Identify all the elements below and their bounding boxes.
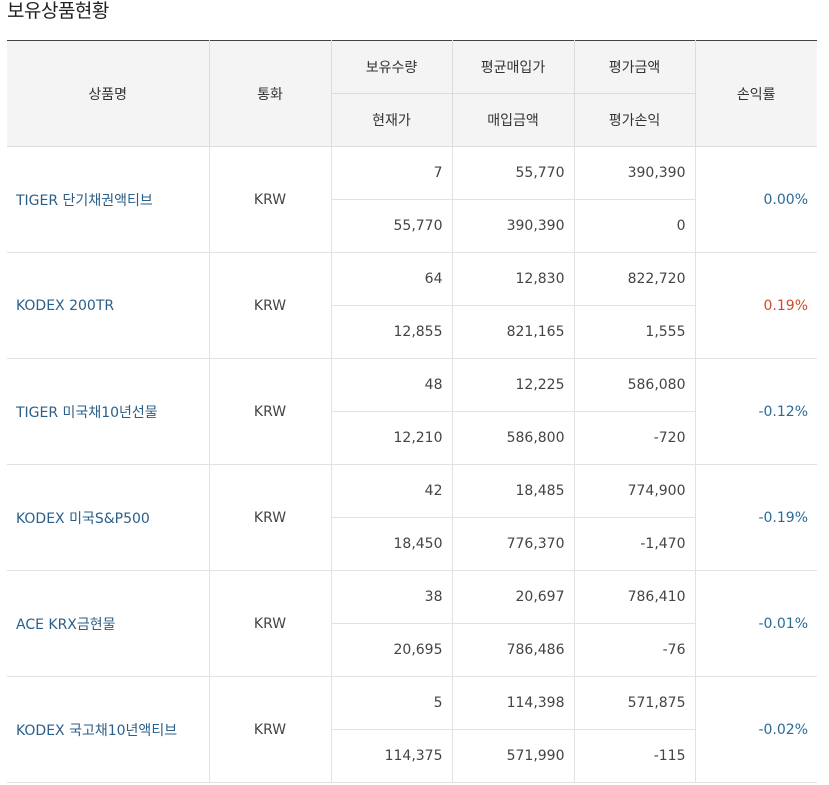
eval-amount-cell: 822,720 — [573, 252, 696, 306]
table-row: KODEX 200TR KRW 64 12,830 822,720 0.19% — [7, 252, 817, 359]
currency-cell: KRW — [208, 464, 332, 571]
current-price-cell: 20,695 — [330, 623, 453, 677]
table-row: KODEX 국고채10년액티브 KRW 5 114,398 571,875 -0.02% — [7, 676, 817, 783]
product-name-link[interactable]: KODEX 국고채10년액티브 — [7, 676, 210, 783]
holdings-table-body: TIGER 단기채권액티브 KRW 7 55,770 390,390 0.00% 55,77… — [7, 146, 817, 783]
header-purchase-amount: 매입금액 — [451, 93, 575, 147]
product-name-link[interactable]: ACE KRX금현물 — [7, 570, 210, 677]
avg-price-cell: 12,225 — [451, 358, 575, 412]
avg-price-cell: 12,830 — [451, 252, 575, 306]
return-rate-cell: -0.02% — [694, 676, 817, 783]
currency-cell: KRW — [208, 570, 332, 677]
quantity-cell: 48 — [330, 358, 453, 412]
table-row: TIGER 단기채권액티브 KRW 7 55,770 390,390 0.00% — [7, 146, 817, 253]
product-name-link[interactable]: TIGER 단기채권액티브 — [7, 146, 210, 253]
purchase-amount-cell: 786,486 — [451, 623, 575, 677]
header-return-rate: 손익률 — [694, 40, 817, 147]
avg-price-cell: 55,770 — [451, 146, 575, 200]
header-eval-pnl: 평가손익 — [573, 93, 696, 147]
header-currency: 통화 — [208, 40, 332, 147]
current-price-cell: 18,450 — [330, 517, 453, 571]
eval-amount-cell: 786,410 — [573, 570, 696, 624]
eval-pnl-cell: -115 — [573, 729, 696, 783]
purchase-amount-cell: 390,390 — [451, 199, 575, 253]
eval-pnl-cell: 1,555 — [573, 305, 696, 359]
purchase-amount-cell: 821,165 — [451, 305, 575, 359]
product-name-link[interactable]: KODEX 200TR — [7, 252, 210, 359]
eval-pnl-cell: -76 — [573, 623, 696, 677]
current-price-cell: 55,770 — [330, 199, 453, 253]
currency-cell: KRW — [208, 676, 332, 783]
header-quantity: 보유수량 — [330, 40, 453, 94]
table-row: ACE KRX금현물 KRW 38 20,697 786,410 -0.01% — [7, 570, 817, 677]
eval-amount-cell: 571,875 — [573, 676, 696, 730]
table-row: KODEX 미국S&P500 KRW 42 18,485 774,900 -0.19% — [7, 464, 817, 571]
current-price-cell: 114,375 — [330, 729, 453, 783]
return-rate-cell: -0.12% — [694, 358, 817, 465]
avg-price-cell: 18,485 — [451, 464, 575, 518]
return-rate-cell: 0.19% — [694, 252, 817, 359]
quantity-cell: 38 — [330, 570, 453, 624]
holdings-table: 상품명 통화 보유수량 평균매입가 평가금액 손익률 현재가 매입금액 평가손익… — [7, 40, 817, 783]
current-price-cell: 12,855 — [330, 305, 453, 359]
eval-pnl-cell: -1,470 — [573, 517, 696, 571]
currency-cell: KRW — [208, 252, 332, 359]
quantity-cell: 5 — [330, 676, 453, 730]
currency-cell: KRW — [208, 358, 332, 465]
header-eval-amount: 평가금액 — [573, 40, 696, 94]
eval-pnl-cell: -720 — [573, 411, 696, 465]
return-rate-cell: -0.19% — [694, 464, 817, 571]
quantity-cell: 64 — [330, 252, 453, 306]
quantity-cell: 7 — [330, 146, 453, 200]
header-current-price: 현재가 — [331, 93, 453, 147]
product-name-link[interactable]: TIGER 미국채10년선물 — [7, 358, 210, 465]
purchase-amount-cell: 571,990 — [451, 729, 575, 783]
eval-amount-cell: 774,900 — [573, 464, 696, 518]
purchase-amount-cell: 776,370 — [451, 517, 575, 571]
header-product-name: 상품명 — [7, 40, 210, 147]
purchase-amount-cell: 586,800 — [451, 411, 575, 465]
table-row: TIGER 미국채10년선물 KRW 48 12,225 586,080 -0.12% — [7, 358, 817, 465]
current-price-cell: 12,210 — [330, 411, 453, 465]
eval-pnl-cell: 0 — [573, 199, 696, 253]
return-rate-cell: -0.01% — [694, 570, 817, 677]
eval-amount-cell: 390,390 — [573, 146, 696, 200]
avg-price-cell: 20,697 — [451, 570, 575, 624]
header-avg-price: 평균매입가 — [451, 40, 575, 94]
return-rate-cell: 0.00% — [694, 146, 817, 253]
currency-cell: KRW — [208, 146, 332, 253]
eval-amount-cell: 586,080 — [573, 358, 696, 412]
avg-price-cell: 114,398 — [451, 676, 575, 730]
page-title: 보유상품현황 — [7, 0, 109, 22]
holdings-table-header: 상품명 통화 보유수량 평균매입가 평가금액 손익률 현재가 매입금액 평가손익 — [7, 40, 817, 147]
product-name-link[interactable]: KODEX 미국S&P500 — [7, 464, 210, 571]
quantity-cell: 42 — [330, 464, 453, 518]
